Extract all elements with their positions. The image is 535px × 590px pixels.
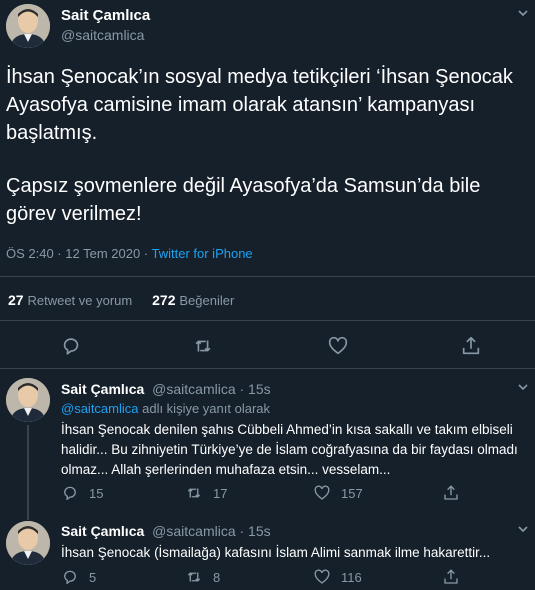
retweet-action[interactable]: 8 [185, 568, 220, 586]
likes-label: Beğeniler [179, 293, 235, 308]
handle-time[interactable]: @saitcamlica · 15s [152, 523, 270, 539]
reply-to-handle[interactable]: @saitcamlica [61, 401, 139, 416]
reply-action[interactable]: 5 [61, 568, 96, 586]
retweet-action[interactable]: 17 [185, 484, 227, 502]
like-action[interactable]: 116 [313, 568, 362, 586]
share-action[interactable] [442, 484, 460, 502]
divider [0, 368, 535, 369]
handle-time[interactable]: @saitcamlica · 15s [152, 381, 270, 397]
author-name[interactable]: Sait Çamlıca [61, 523, 144, 539]
chevron-down-icon[interactable] [516, 380, 530, 394]
tweet-meta: ÖS 2:40 · 12 Tem 2020 · Twitter for iPho… [6, 246, 253, 261]
author-name[interactable]: Sait Çamlıca [61, 381, 144, 397]
avatar[interactable] [6, 4, 50, 48]
retweet-icon[interactable] [192, 335, 214, 357]
reply-icon[interactable] [60, 335, 82, 357]
likes-stat[interactable]: 272 Beğeniler [152, 292, 234, 308]
retweets-count: 27 [8, 292, 24, 308]
author-name[interactable]: Sait Çamlıca [61, 7, 150, 24]
tweet-stats: 27 Retweet ve yorum 272 Beğeniler [8, 292, 234, 308]
like-count: 116 [341, 569, 362, 585]
thread-line [27, 425, 29, 520]
author-handle[interactable]: @saitcamlica [61, 27, 144, 43]
chevron-down-icon[interactable] [516, 522, 530, 536]
heart-icon[interactable] [327, 335, 349, 357]
tweet-paragraph: Çapsız şovmenlere değil Ayasofya’da Sams… [6, 175, 481, 225]
tweet-paragraph: İhsan Şenocak’ın sosyal medya tetikçiler… [6, 66, 513, 144]
avatar[interactable] [6, 378, 50, 422]
reply-to: @saitcamlica adlı kişiye yanıt olarak [61, 401, 270, 416]
retweets-stat[interactable]: 27 Retweet ve yorum [8, 292, 136, 308]
tweet-time[interactable]: ÖS 2:40 · 12 Tem 2020 · [6, 246, 152, 261]
retweet-count: 17 [213, 485, 228, 501]
tweet-source[interactable]: Twitter for iPhone [152, 246, 253, 261]
reply-text: İhsan Şenocak denilen şahıs Cübbeli Ahme… [61, 422, 518, 477]
reply-icon [64, 570, 76, 585]
share-icon [444, 569, 458, 584]
reply-icon [64, 486, 76, 501]
retweet-icon [187, 572, 201, 582]
profile-photo [6, 521, 50, 565]
share-action[interactable] [442, 568, 460, 586]
profile-photo [6, 378, 50, 422]
retweet-count: 8 [213, 569, 221, 585]
profile-photo [6, 4, 50, 48]
retweets-label: Retweet ve yorum [27, 293, 133, 308]
divider [0, 276, 535, 277]
like-action[interactable]: 157 [313, 484, 363, 502]
like-count: 157 [341, 485, 363, 501]
retweet-icon [187, 488, 201, 498]
reply-action[interactable]: 15 [61, 484, 103, 502]
reply-count: 5 [89, 569, 97, 585]
chevron-down-icon[interactable] [516, 6, 530, 20]
reply-to-label: adlı kişiye yanıt olarak [138, 401, 271, 416]
heart-icon [314, 485, 330, 500]
likes-count: 272 [152, 292, 176, 308]
reply-count: 15 [89, 485, 104, 501]
tweet-text: İhsan Şenocak’ın sosyal medya tetikçiler… [6, 63, 526, 228]
reply-header: Sait Çamlıca @saitcamlica · 15s [61, 523, 271, 539]
reply-text: İhsan Şenocak (İsmailağa) kafasını İslam… [61, 545, 491, 560]
divider [0, 320, 535, 321]
reply-header: Sait Çamlıca @saitcamlica · 15s [61, 381, 271, 397]
share-icon [444, 485, 458, 500]
share-icon[interactable] [460, 335, 482, 357]
heart-icon [314, 569, 330, 584]
avatar[interactable] [6, 521, 50, 565]
